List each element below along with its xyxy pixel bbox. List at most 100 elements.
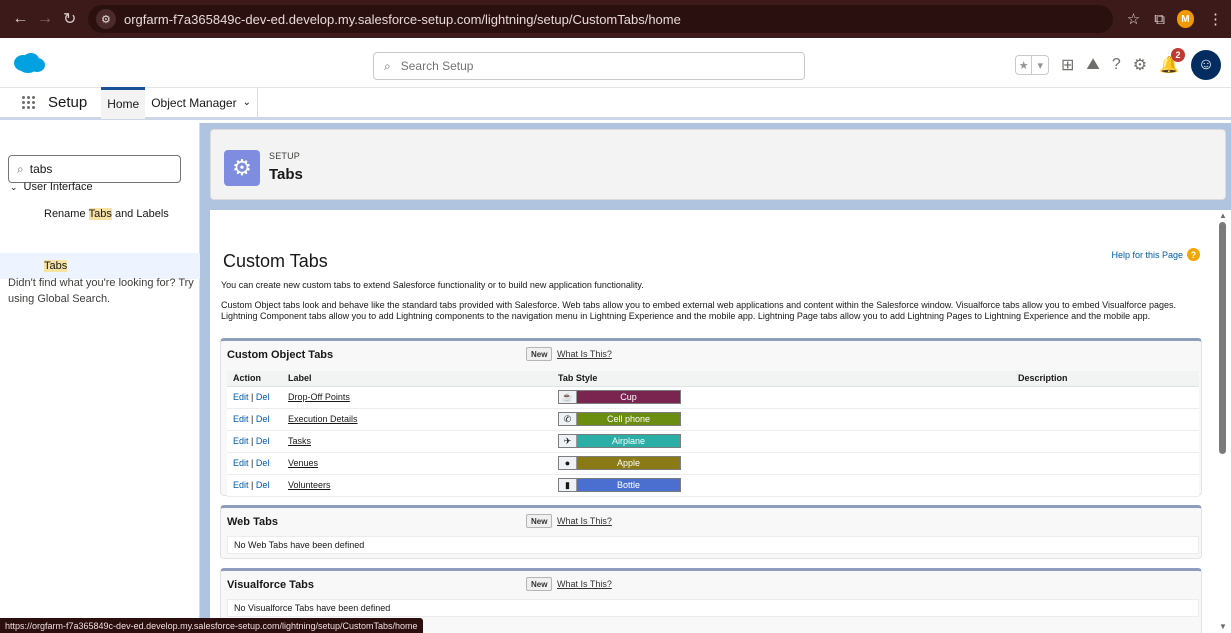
- chevron-down-icon[interactable]: ⌄: [243, 97, 251, 108]
- custom-object-tabs-table: Action Label Tab Style Description Edit …: [227, 371, 1199, 497]
- tab-style-name: Cell phone: [577, 413, 680, 425]
- salesforce-logo-icon[interactable]: [12, 52, 46, 74]
- tab-label-link[interactable]: Drop-Off Points: [288, 392, 350, 402]
- search-placeholder: Search Setup: [400, 59, 474, 73]
- tab-style-icon: ●: [559, 457, 577, 469]
- app-navigation: Setup Home Object Manager ⌄: [0, 86, 1231, 120]
- description-cell: [1012, 386, 1199, 409]
- tab-style-cell: ▮ Bottle: [552, 474, 1012, 497]
- content-scrollbar[interactable]: ▲ ▼: [1215, 210, 1231, 633]
- notification-badge: 2: [1171, 48, 1185, 62]
- page-title: Tabs: [269, 166, 303, 183]
- favorites-button[interactable]: ★ ▾: [1014, 55, 1049, 75]
- column-header: Action: [227, 371, 282, 387]
- table-row: Edit | Del Venues ● Apple: [227, 452, 1199, 475]
- app-launcher-icon[interactable]: [22, 95, 36, 110]
- bookmark-star-icon[interactable]: ☆: [1127, 10, 1140, 28]
- tree-group-user-interface[interactable]: ⌄ User Interface: [10, 181, 93, 193]
- scroll-down-icon[interactable]: ▼: [1219, 622, 1227, 631]
- what-is-this-link[interactable]: What Is This?: [557, 516, 612, 526]
- edit-link[interactable]: Edit: [233, 392, 249, 402]
- edit-link[interactable]: Edit: [233, 480, 249, 490]
- global-header: ⌕ Search Setup ★ ▾ ⊞ ⛰ ? ⚙ 🔔 2 ☺: [0, 38, 1231, 88]
- table-row: Edit | Del Tasks ✈ Airplane: [227, 430, 1199, 453]
- del-link[interactable]: Del: [256, 480, 270, 490]
- tab-style-chip: ☕ Cup: [558, 390, 681, 404]
- help-question-icon[interactable]: ?: [1187, 248, 1200, 261]
- main-region: ⚙ SETUP Tabs Custom Tabs Help for this P…: [200, 123, 1231, 633]
- action-cell: Edit | Del: [227, 452, 282, 475]
- setup-search-input[interactable]: ⌕ Search Setup: [373, 52, 805, 80]
- label-cell: Tasks: [282, 430, 552, 453]
- label-cell: Drop-Off Points: [282, 386, 552, 409]
- extensions-icon[interactable]: ⧉: [1154, 11, 1165, 28]
- page-header: ⚙ SETUP Tabs: [210, 129, 1226, 200]
- table-row: Edit | Del Execution Details ✆ Cell phone: [227, 408, 1199, 431]
- del-link[interactable]: Del: [256, 414, 270, 424]
- section-title: Visualforce Tabs: [227, 579, 315, 591]
- description-cell: [1012, 474, 1199, 497]
- help-link[interactable]: Help for this Page ?: [1111, 248, 1200, 261]
- scrollbar-thumb[interactable]: [1219, 222, 1226, 454]
- app-name: Setup: [48, 94, 88, 111]
- action-cell: Edit | Del: [227, 430, 282, 453]
- tab-style-icon: ✆: [559, 413, 577, 425]
- help-link-text[interactable]: Help for this Page: [1111, 250, 1183, 260]
- nav-tab-object-manager[interactable]: Object Manager ⌄: [145, 86, 258, 119]
- tree-item-match: Tabs: [44, 260, 68, 272]
- action-cell: Edit | Del: [227, 474, 282, 497]
- tree-item-rename-tabs[interactable]: Rename Tabs and Labels: [0, 201, 200, 227]
- search-icon: ⌕: [17, 161, 24, 176]
- reload-icon[interactable]: ↻: [57, 9, 82, 29]
- star-icon[interactable]: ★: [1016, 56, 1032, 74]
- edit-link[interactable]: Edit: [233, 436, 249, 446]
- notifications-bell-icon[interactable]: 🔔 2: [1159, 48, 1185, 75]
- del-link[interactable]: Del: [256, 436, 270, 446]
- help-icon[interactable]: ?: [1112, 56, 1121, 74]
- del-link[interactable]: Del: [256, 392, 270, 402]
- column-header: Tab Style: [552, 371, 1012, 387]
- nav-tab-home[interactable]: Home: [101, 86, 146, 119]
- browser-menu-icon[interactable]: ⋮: [1208, 10, 1223, 28]
- custom-tabs-page: Custom Tabs Help for this Page ? You can…: [210, 210, 1216, 633]
- user-avatar[interactable]: ☺: [1191, 50, 1221, 80]
- back-icon[interactable]: ←: [8, 10, 33, 28]
- tab-style-cell: ● Apple: [552, 452, 1012, 475]
- description-text: Custom Object tabs look and behave like …: [221, 300, 1177, 321]
- tab-label-link[interactable]: Tasks: [288, 436, 311, 446]
- site-info-icon[interactable]: ⚙: [95, 9, 116, 29]
- what-is-this-link[interactable]: What Is This?: [557, 579, 612, 589]
- quick-find-input[interactable]: ⌕ tabs: [8, 155, 181, 183]
- new-web-tab-button[interactable]: New: [526, 514, 553, 528]
- page-eyebrow: SETUP: [269, 151, 301, 161]
- nav-tab-label: Object Manager: [151, 95, 237, 110]
- forward-icon[interactable]: →: [33, 10, 58, 28]
- tab-label-link[interactable]: Execution Details: [288, 414, 358, 424]
- setup-gear-icon[interactable]: ⚙: [1133, 55, 1147, 75]
- del-link[interactable]: Del: [256, 458, 270, 468]
- table-row: Edit | Del Volunteers ▮ Bottle: [227, 474, 1199, 497]
- quick-find-value: tabs: [29, 162, 53, 176]
- scroll-up-icon[interactable]: ▲: [1219, 211, 1227, 220]
- profile-avatar[interactable]: M: [1176, 10, 1194, 28]
- search-icon: ⌕: [384, 58, 391, 73]
- tab-style-cell: ✈ Airplane: [552, 430, 1012, 453]
- tree-group-label: User Interface: [23, 181, 93, 193]
- global-actions-icon[interactable]: ⊞: [1061, 55, 1074, 75]
- edit-link[interactable]: Edit: [233, 458, 249, 468]
- tab-label-link[interactable]: Venues: [288, 458, 318, 468]
- section-title: Custom Object Tabs: [227, 349, 334, 361]
- tab-style-chip: ● Apple: [558, 456, 681, 470]
- new-visualforce-tab-button[interactable]: New: [526, 577, 553, 591]
- description-cell: [1012, 452, 1199, 475]
- tab-style-cell: ☕ Cup: [552, 386, 1012, 409]
- tab-label-link[interactable]: Volunteers: [288, 480, 331, 490]
- trailhead-icon[interactable]: ⛰: [1086, 56, 1099, 74]
- favorites-dropdown-icon[interactable]: ▾: [1031, 56, 1048, 74]
- edit-link[interactable]: Edit: [233, 414, 249, 424]
- address-bar[interactable]: ⚙ orgfarm-f7a365849c-dev-ed.develop.my.s…: [87, 5, 1113, 33]
- chevron-down-icon[interactable]: ⌄: [10, 182, 18, 193]
- tab-style-icon: ✈: [559, 435, 577, 447]
- what-is-this-link[interactable]: What Is This?: [557, 349, 612, 359]
- new-custom-object-tab-button[interactable]: New: [526, 347, 553, 361]
